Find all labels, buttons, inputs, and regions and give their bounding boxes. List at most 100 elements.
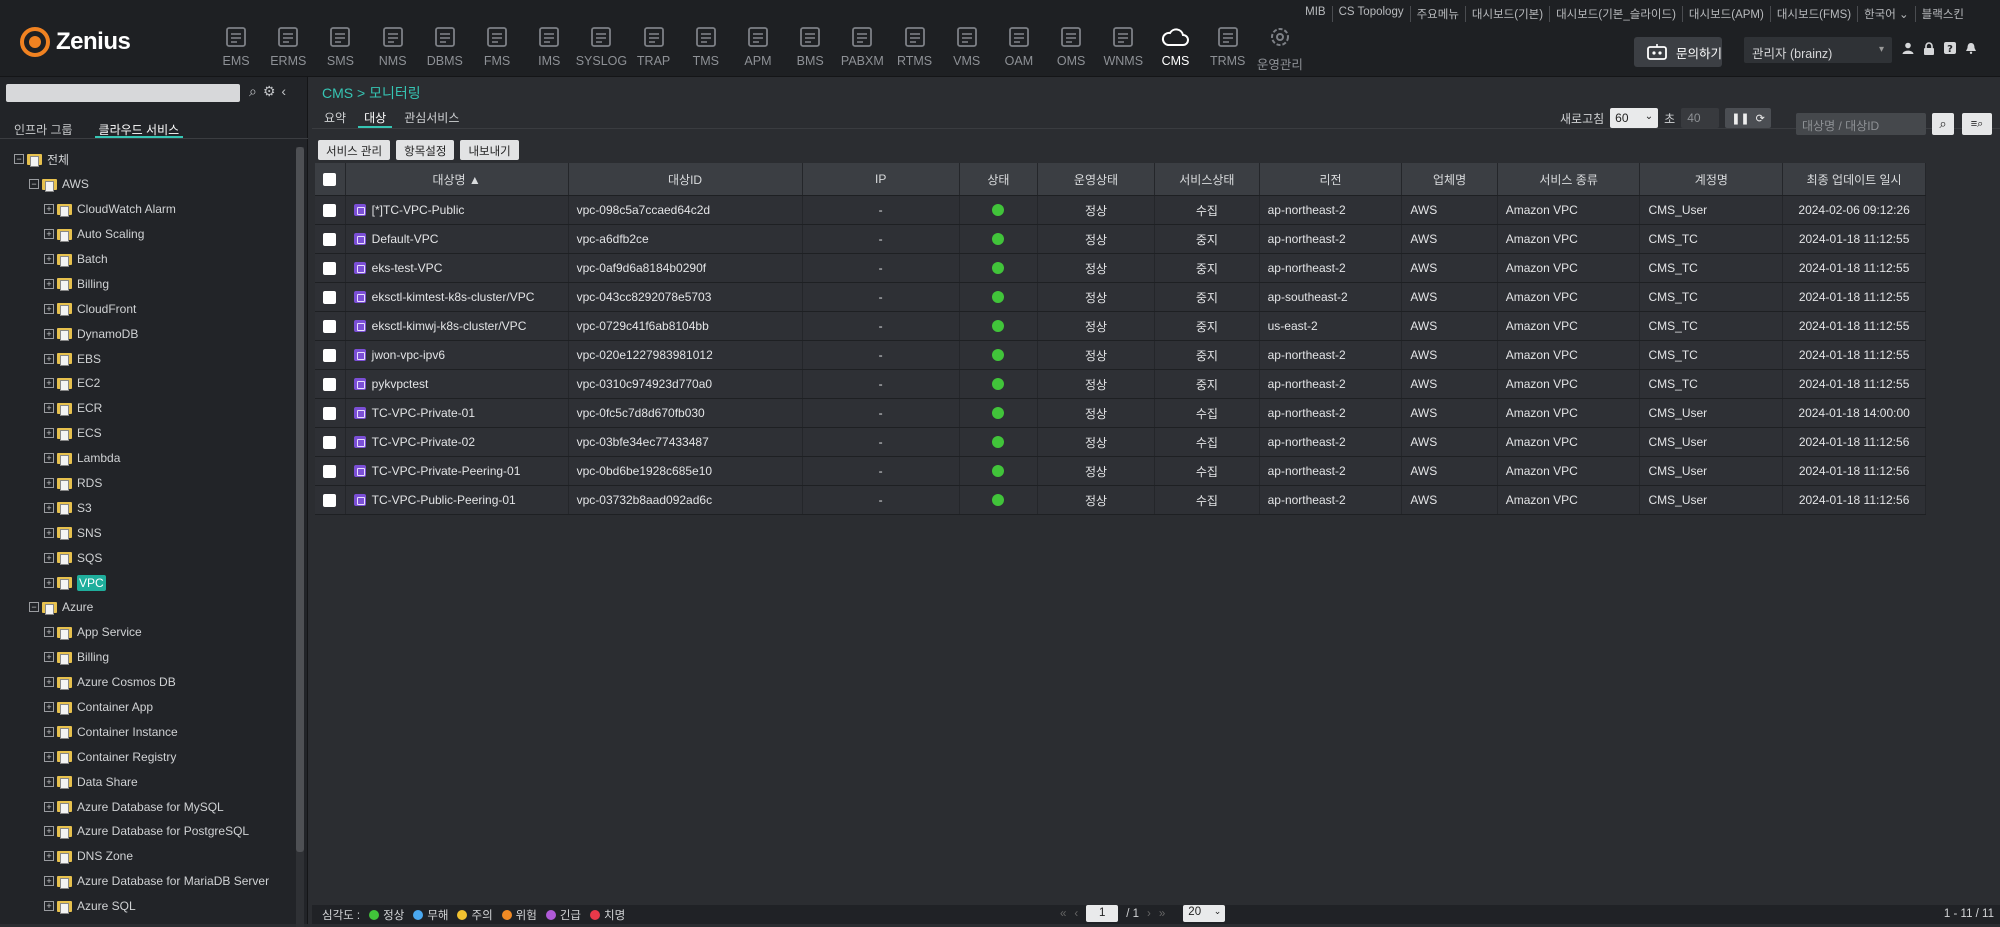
tree-node[interactable]: + Azure Database for MariaDB Server [0, 869, 300, 894]
tree-node[interactable]: + Lambda [0, 446, 300, 471]
target-name[interactable]: pykvpctest [372, 377, 429, 391]
row-checkbox[interactable] [323, 493, 337, 507]
select-all-checkbox[interactable] [323, 172, 337, 186]
top-link[interactable]: 한국어 ⌄ [1858, 6, 1916, 22]
target-name[interactable]: TC-VPC-Private-02 [372, 435, 475, 449]
column-header[interactable]: 대상명 ▲ [346, 163, 569, 195]
collapse-toggle-icon[interactable]: − [14, 154, 24, 165]
target-name[interactable]: eksctl-kimtest-k8s-cluster/VPC [372, 290, 535, 304]
help-icon[interactable]: ? [1944, 42, 1956, 54]
expand-toggle-icon[interactable]: + [44, 751, 54, 762]
tree-node[interactable]: + Container App [0, 695, 300, 720]
search-icon[interactable]: ⌕ [249, 83, 257, 100]
column-header[interactable]: 상태 [960, 163, 1038, 195]
expand-toggle-icon[interactable]: + [44, 702, 54, 713]
first-page-icon[interactable]: « [1060, 908, 1066, 920]
top-link[interactable]: MIB [1299, 6, 1333, 22]
tree-node[interactable]: + Container Instance [0, 719, 300, 744]
column-header[interactable]: 계정명 [1640, 163, 1784, 195]
tree-node[interactable]: + CloudFront [0, 296, 300, 321]
tree-node[interactable]: + RDS [0, 471, 300, 496]
service-manage-button[interactable]: 서비스 관리 [318, 140, 391, 160]
column-header[interactable]: 리전 [1260, 163, 1403, 195]
topnav-item-apm[interactable]: APM [732, 22, 784, 73]
top-link[interactable]: 대시보드(기본_슬라이드) [1550, 6, 1683, 22]
expand-toggle-icon[interactable]: + [44, 527, 54, 538]
topnav-item-tms[interactable]: TMS [680, 22, 732, 73]
column-header[interactable]: 대상ID [569, 163, 803, 195]
row-checkbox[interactable] [323, 435, 337, 449]
topnav-item-vms[interactable]: VMS [941, 22, 993, 73]
topnav-item-syslog[interactable]: SYSLOG [575, 22, 627, 73]
top-link[interactable]: CS Topology [1333, 6, 1411, 22]
row-checkbox[interactable] [323, 377, 337, 391]
expand-toggle-icon[interactable]: + [44, 901, 54, 912]
expand-toggle-icon[interactable]: + [44, 353, 54, 364]
pause-icon[interactable]: ❚❚ [1731, 112, 1749, 125]
expand-toggle-icon[interactable]: + [44, 428, 54, 439]
tree-node[interactable]: + EC2 [0, 371, 300, 396]
tree-node[interactable]: + Azure Database for MySQL [0, 794, 300, 819]
tree-node[interactable]: − AWS [0, 172, 300, 197]
row-checkbox[interactable] [323, 348, 337, 362]
expand-toggle-icon[interactable]: + [44, 453, 54, 464]
row-checkbox[interactable] [323, 290, 337, 304]
expand-toggle-icon[interactable]: + [44, 652, 54, 663]
collapse-toggle-icon[interactable]: − [29, 179, 39, 190]
tree-node[interactable]: + CloudWatch Alarm [0, 197, 300, 222]
gear-icon[interactable]: ⚙ [263, 83, 276, 100]
table-row[interactable]: jwon-vpc-ipv6 vpc-020e1227983981012 - 정상 중지 a… [315, 341, 1926, 370]
column-header[interactable]: 서비스 종류 [1498, 163, 1641, 195]
user-icon[interactable] [1902, 42, 1914, 54]
bell-icon[interactable] [1965, 42, 1977, 54]
scrollbar-thumb[interactable] [296, 147, 304, 852]
tree-node[interactable]: + Azure SQL [0, 894, 300, 917]
refresh-icon[interactable]: ⟳ [1756, 112, 1765, 125]
expand-toggle-icon[interactable]: + [44, 776, 54, 787]
topnav-item-운영관리[interactable]: 운영관리 [1254, 22, 1306, 73]
tree-node[interactable]: + S3 [0, 495, 300, 520]
topnav-item-pabxm[interactable]: PABXM [836, 22, 888, 73]
table-row[interactable]: eksctl-kimtest-k8s-cluster/VPC vpc-043cc8… [315, 283, 1926, 312]
column-header[interactable]: 운영상태 [1038, 163, 1156, 195]
tree-node[interactable]: + Azure Database for PostgreSQL [0, 819, 300, 844]
expand-toggle-icon[interactable]: + [44, 229, 54, 240]
topnav-item-oms[interactable]: OMS [1045, 22, 1097, 73]
tree-node[interactable]: + App Service [0, 620, 300, 645]
topnav-item-bms[interactable]: BMS [784, 22, 836, 73]
tree-node[interactable]: + Auto Scaling [0, 222, 300, 247]
top-link[interactable]: 대시보드(APM) [1683, 6, 1771, 22]
last-page-icon[interactable]: » [1159, 908, 1165, 920]
collapse-toggle-icon[interactable]: − [29, 602, 39, 613]
topnav-item-rtms[interactable]: RTMS [888, 22, 940, 73]
inquiry-button[interactable]: 문의하기 [1634, 37, 1722, 67]
expand-toggle-icon[interactable]: + [44, 502, 54, 513]
expand-toggle-icon[interactable]: + [44, 328, 54, 339]
expand-toggle-icon[interactable]: + [44, 378, 54, 389]
top-link[interactable]: 블랙스킨 [1916, 6, 1970, 22]
table-row[interactable]: TC-VPC-Private-Peering-01 vpc-0bd6be1928c… [315, 457, 1926, 486]
tree-node[interactable]: + VPC [0, 570, 300, 595]
expand-toggle-icon[interactable]: + [44, 403, 54, 414]
topnav-item-ems[interactable]: EMS [210, 22, 262, 73]
expand-toggle-icon[interactable]: + [44, 726, 54, 737]
target-name[interactable]: TC-VPC-Private-Peering-01 [372, 464, 521, 478]
tree-node[interactable]: + ECS [0, 421, 300, 446]
refresh-interval-select[interactable]: 60 ⌄ [1610, 108, 1659, 128]
row-checkbox[interactable] [323, 203, 337, 217]
expand-toggle-icon[interactable]: + [44, 254, 54, 264]
target-name[interactable]: TC-VPC-Private-01 [372, 406, 475, 420]
target-name[interactable]: TC-VPC-Public-Peering-01 [372, 493, 516, 507]
top-link[interactable]: 주요메뉴 [1411, 6, 1466, 22]
tab-infra-group[interactable]: 인프라 그룹 [14, 113, 73, 138]
tree-node[interactable]: + SNS [0, 520, 300, 545]
expand-toggle-icon[interactable]: + [44, 552, 54, 563]
topnav-item-nms[interactable]: NMS [367, 22, 419, 73]
row-checkbox[interactable] [323, 406, 337, 420]
expand-toggle-icon[interactable]: + [44, 826, 54, 837]
target-name[interactable]: Default-VPC [372, 232, 439, 246]
topnav-item-oam[interactable]: OAM [993, 22, 1045, 73]
table-row[interactable]: TC-VPC-Private-02 vpc-03bfe34ec77433487 - 정… [315, 428, 1926, 457]
top-link[interactable]: 대시보드(FMS) [1771, 6, 1859, 22]
tree-node[interactable]: + SQS [0, 545, 300, 570]
